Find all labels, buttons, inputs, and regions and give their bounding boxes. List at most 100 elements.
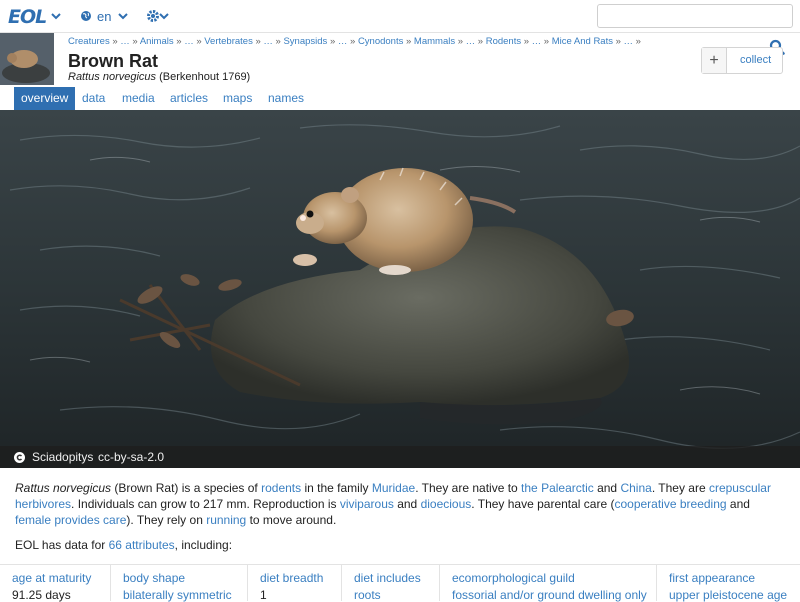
language-selector[interactable]: en (97, 9, 111, 24)
attribute-cell[interactable]: body shape bilaterally symmetric (110, 565, 247, 602)
breadcrumb-separator: » (347, 36, 358, 47)
breadcrumb-separator: » (475, 36, 486, 47)
image-caption: Sciadopitys cc-by-sa-2.0 (0, 446, 800, 468)
hero-image[interactable] (0, 110, 800, 468)
breadcrumb-item[interactable]: Rodents (486, 36, 521, 47)
attribute-key[interactable]: body shape (123, 571, 185, 585)
breadcrumb-item[interactable]: Mice And Rats (552, 36, 613, 47)
breadcrumb-separator: » (521, 36, 532, 47)
breadcrumb-separator: » (612, 36, 624, 47)
breadcrumb-separator: » (403, 36, 414, 47)
tab-bar: overview data media articles maps names (0, 87, 800, 110)
tab-overview[interactable]: overview (14, 87, 76, 110)
creative-commons-icon (14, 452, 25, 463)
link-female-provides-care[interactable]: female provides care (15, 513, 126, 527)
tab-maps[interactable]: maps (216, 87, 259, 110)
chevron-down-icon[interactable] (117, 10, 129, 22)
summary-text: and (393, 497, 421, 511)
breadcrumb-separator: » (173, 36, 185, 47)
attribute-cell[interactable]: age at maturity 91.25 days (0, 565, 110, 602)
link-running[interactable]: running (206, 513, 246, 527)
link-rodents[interactable]: rodents (261, 481, 301, 495)
attribute-cell[interactable]: first appearance upper pleistocene age (656, 565, 800, 602)
scientific-name-italic: Rattus norvegicus (68, 71, 157, 83)
tab-media[interactable]: media (115, 87, 162, 110)
collect-button[interactable]: + collect (701, 47, 783, 74)
image-license[interactable]: cc-by-sa-2.0 (98, 450, 164, 464)
scientific-name: Rattus norvegicus (Berkenhout 1769) (68, 71, 250, 83)
breadcrumb-item[interactable]: Synapsids (283, 36, 327, 47)
breadcrumb-item[interactable]: … (624, 36, 634, 47)
species-thumbnail (0, 33, 54, 85)
attribute-key[interactable]: first appearance (669, 571, 755, 585)
chevron-down-icon[interactable] (158, 10, 170, 22)
summary-text: ). They rely on (126, 513, 207, 527)
breadcrumb-separator: » (109, 36, 121, 47)
link-palearctic[interactable]: the Palearctic (521, 481, 594, 495)
tab-articles[interactable]: articles (163, 87, 215, 110)
summary-text: (Brown Rat) is a species of (111, 481, 262, 495)
search-input[interactable] (597, 4, 793, 28)
data-count-prefix: EOL has data for (15, 538, 109, 552)
breadcrumb-item[interactable]: … (338, 36, 348, 47)
breadcrumb-separator: » (252, 36, 264, 47)
attribute-cell[interactable]: ecomorphological guild fossorial and/or … (439, 565, 656, 602)
breadcrumb-item[interactable]: … (184, 36, 194, 47)
summary-text: . They are native to (415, 481, 522, 495)
link-dioecious[interactable]: dioecious (421, 497, 472, 511)
plus-icon[interactable]: + (702, 48, 727, 73)
breadcrumb-separator: » (633, 36, 641, 47)
breadcrumb-separator: » (455, 36, 466, 47)
summary-text: in the family (301, 481, 372, 495)
breadcrumb-item[interactable]: … (532, 36, 542, 47)
breadcrumb-item[interactable]: … (120, 36, 130, 47)
summary-text: and (726, 497, 750, 511)
species-summary: Rattus norvegicus (Brown Rat) is a speci… (15, 480, 785, 528)
link-viviparous[interactable]: viviparous (340, 497, 394, 511)
collect-label[interactable]: collect (740, 54, 771, 66)
eol-logo[interactable]: EOL (8, 6, 47, 28)
attribute-cell[interactable]: diet breadth 1 (247, 565, 341, 602)
attribute-grid: age at maturity 91.25 days body shape bi… (0, 564, 800, 602)
link-crepuscular[interactable]: crepuscular (709, 481, 771, 495)
attribute-key[interactable]: ecomorphological guild (452, 571, 575, 585)
breadcrumb-item[interactable]: Cynodonts (358, 36, 403, 47)
attribute-key[interactable]: diet includes (354, 571, 421, 585)
breadcrumb-item[interactable]: … (263, 36, 273, 47)
link-muridae[interactable]: Muridae (372, 481, 415, 495)
summary-text: . Individuals can grow to 217 mm. Reprod… (71, 497, 340, 511)
breadcrumb-separator: » (193, 36, 205, 47)
summary-text: . They are (651, 481, 709, 495)
page-title: Brown Rat (68, 51, 158, 71)
summary-text: . They have parental care ( (471, 497, 615, 511)
breadcrumb-item[interactable]: Vertebrates (204, 36, 253, 47)
tab-names[interactable]: names (261, 87, 311, 110)
attribute-key[interactable]: diet breadth (260, 571, 323, 585)
summary-text: to move around. (246, 513, 337, 527)
breadcrumb-separator: » (327, 36, 338, 47)
link-attributes[interactable]: 66 attributes (109, 538, 175, 552)
link-cooperative-breeding[interactable]: cooperative breeding (614, 497, 726, 511)
attribute-cell[interactable]: diet includes roots (341, 565, 439, 602)
authority: (Berkenhout 1769) (159, 71, 251, 83)
breadcrumb: Creatures » … » Animals » … » Vertebrate… (68, 36, 641, 47)
tab-data[interactable]: data (75, 87, 112, 110)
breadcrumb-item[interactable]: … (466, 36, 476, 47)
link-herbivores[interactable]: herbivores (15, 497, 71, 511)
breadcrumb-separator: » (272, 36, 284, 47)
breadcrumb-item[interactable]: Animals (140, 36, 174, 47)
breadcrumb-separator: » (541, 36, 552, 47)
top-navbar: EOL en (0, 0, 800, 33)
breadcrumb-item[interactable]: Creatures (68, 36, 110, 47)
data-count-suffix: , including: (174, 538, 233, 552)
link-china[interactable]: China (620, 481, 651, 495)
globe-icon[interactable] (80, 10, 92, 22)
breadcrumb-item[interactable]: Mammals (414, 36, 455, 47)
data-count: EOL has data for 66 attributes, includin… (15, 538, 232, 552)
summary-text: and (593, 481, 621, 495)
breadcrumb-separator: » (129, 36, 140, 47)
image-author[interactable]: Sciadopitys (32, 450, 93, 464)
summary-sci-name: Rattus norvegicus (15, 481, 112, 495)
chevron-down-icon[interactable] (50, 10, 62, 22)
attribute-key[interactable]: age at maturity (12, 571, 91, 585)
